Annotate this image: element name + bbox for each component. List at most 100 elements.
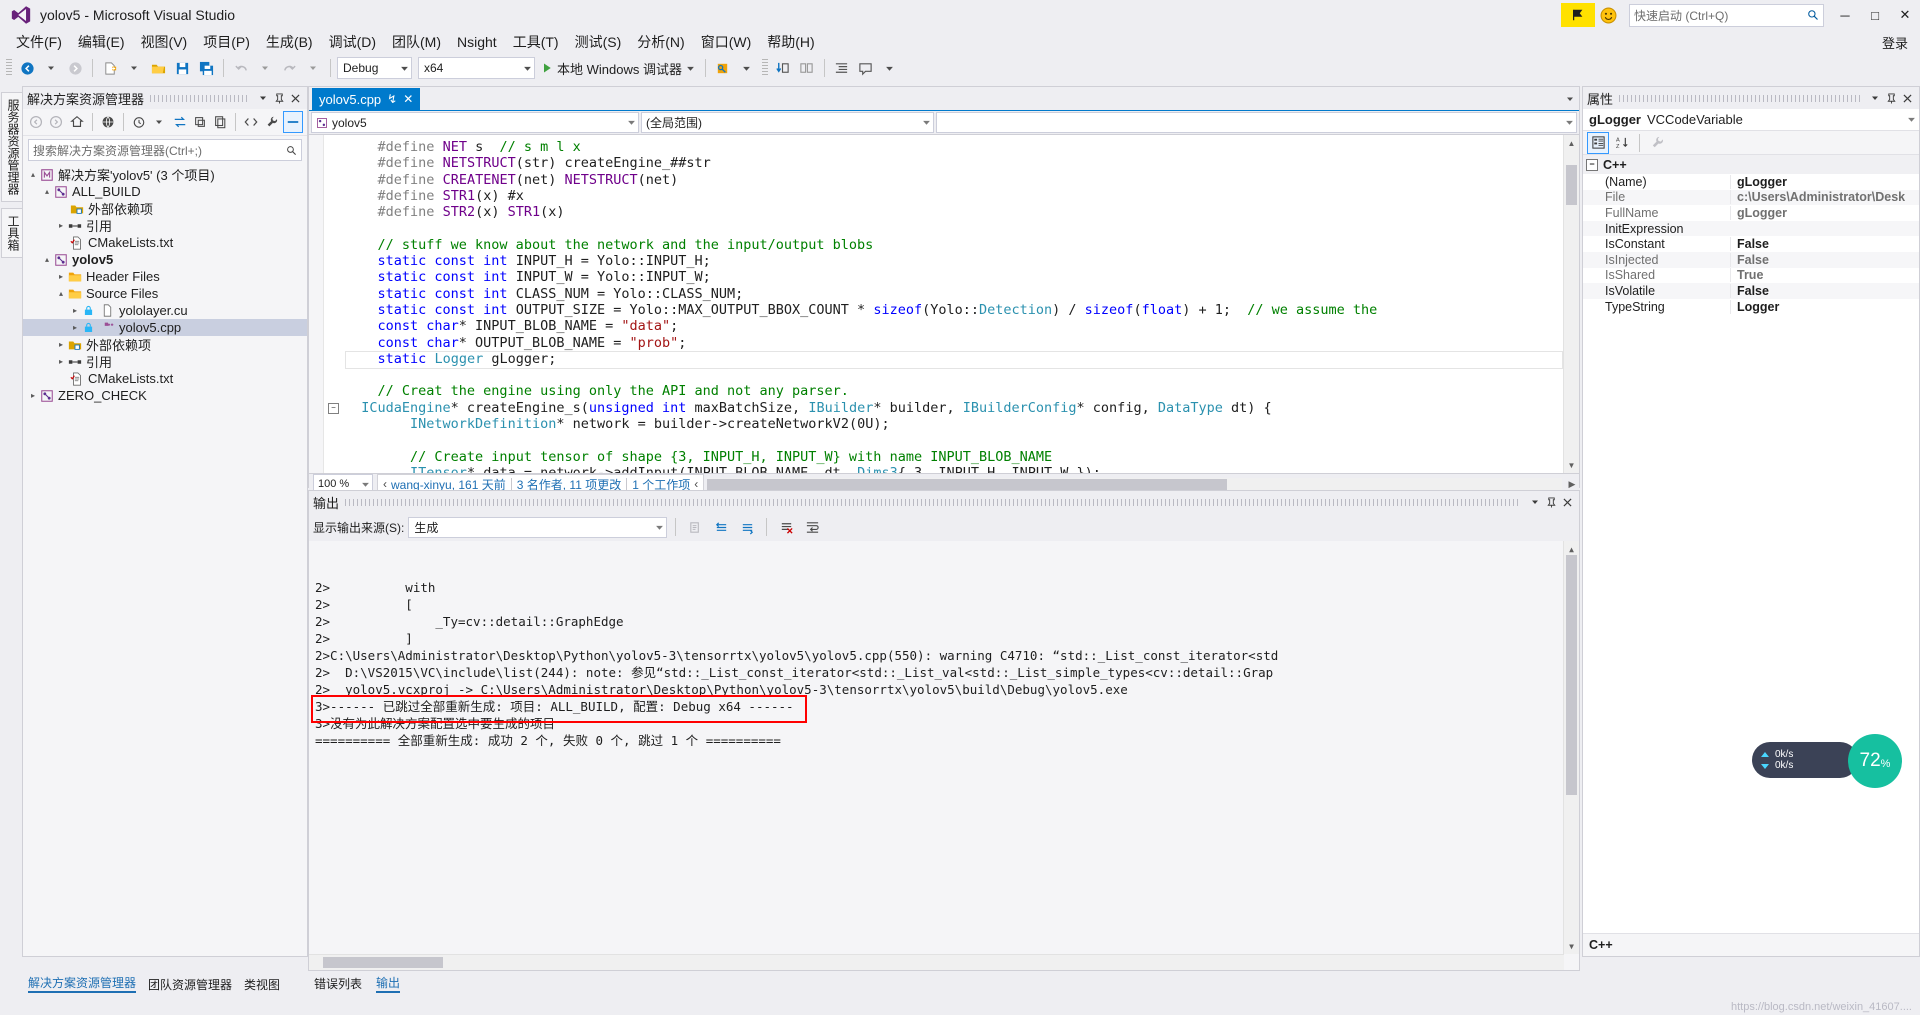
menu-item-test[interactable]: 测试(S)	[567, 30, 630, 54]
property-value[interactable]: gLogger	[1730, 205, 1919, 220]
expander-icon[interactable]: ▴	[55, 289, 67, 298]
tree-row-all-build[interactable]: ▴ ALL_BUILD	[23, 183, 307, 200]
tree-row-header-files[interactable]: ▸ Header Files	[23, 268, 307, 285]
property-value[interactable]: c:\Users\Administrator\Desk	[1730, 190, 1919, 205]
new-project-icon[interactable]	[99, 57, 121, 79]
output-line[interactable]: ========== 全部重新生成: 成功 2 个, 失败 0 个, 跳过 1 …	[315, 732, 1579, 749]
close-icon[interactable]	[1899, 90, 1915, 106]
tree-row-yololayer-cu[interactable]: ▸ yololayer.cu	[23, 302, 307, 319]
code-line[interactable]: ITensor* data = network->addInput(INPUT_…	[345, 465, 1563, 473]
save-all-icon[interactable]	[195, 57, 217, 79]
navigate-forward-icon[interactable]	[64, 57, 86, 79]
expander-icon[interactable]: ▸	[69, 306, 81, 315]
attach-to-process-icon[interactable]	[712, 57, 734, 79]
network-speed-widget[interactable]: 0k/s 0k/s	[1752, 742, 1858, 778]
chevron-down-icon[interactable]	[150, 112, 168, 132]
tree-row-external-deps-2[interactable]: ▸ 外部依赖项	[23, 336, 307, 353]
navigate-backward-dropdown-icon[interactable]	[40, 57, 62, 79]
menu-item-tools[interactable]: 工具(T)	[505, 30, 567, 54]
code-text-area[interactable]: − #define NET s // s m l x #define NETST…	[309, 135, 1579, 473]
document-tab-yolov5-cpp[interactable]: yolov5.cpp ↯ ✕	[312, 88, 421, 110]
expander-icon[interactable]: ▸	[55, 272, 67, 281]
output-vertical-scrollbar[interactable]: ▲ ▼	[1563, 541, 1579, 954]
properties-grid[interactable]: − C++ (Name) gLogger File c:\Users\Admin…	[1583, 155, 1919, 933]
tree-row-source-files[interactable]: ▴ Source Files	[23, 285, 307, 302]
code-line[interactable]: static const int CLASS_NUM = Yolo::CLASS…	[345, 286, 1563, 302]
code-line[interactable]: INetworkDefinition* network = builder->c…	[345, 416, 1563, 432]
expander-icon[interactable]: ▸	[55, 221, 67, 230]
quick-launch-search[interactable]: 快速启动 (Ctrl+Q)	[1629, 3, 1824, 27]
menu-item-nsight[interactable]: Nsight	[449, 32, 505, 52]
code-line[interactable]	[345, 220, 1563, 236]
toggle-word-wrap-icon[interactable]	[801, 516, 823, 538]
code-line[interactable]: ICudaEngine* createEngine_s(unsigned int…	[345, 400, 1563, 416]
navigate-backward-icon[interactable]	[16, 57, 38, 79]
code-line[interactable]	[345, 432, 1563, 448]
navbar-member-combo[interactable]	[936, 112, 1577, 133]
scroll-up-icon[interactable]: ▲	[1566, 543, 1577, 555]
code-line[interactable]: // stuff we know about the network and t…	[345, 237, 1563, 253]
tree-row-cmakelists-2[interactable]: CMakeLists.txt	[23, 370, 307, 387]
property-row-isvolatile[interactable]: IsVolatile False	[1583, 283, 1919, 299]
code-line[interactable]: const char* INPUT_BLOB_NAME = "data";	[345, 318, 1563, 334]
tab-list-chevron-icon[interactable]	[1561, 88, 1579, 110]
tab-error-list[interactable]: 错误列表	[314, 975, 362, 992]
navbar-project-combo[interactable]: yolov5	[311, 112, 639, 133]
tree-row-solution[interactable]: ▴ 解决方案'yolov5' (3 个项目)	[23, 166, 307, 183]
collapse-icon[interactable]: −	[1586, 158, 1598, 171]
scrollbar-thumb[interactable]	[1566, 555, 1577, 795]
menu-item-help[interactable]: 帮助(H)	[759, 30, 822, 54]
minimize-button[interactable]: ─	[1830, 0, 1860, 30]
output-line[interactable]: 2> _Ty=cv::detail::GraphEdge	[315, 613, 1579, 630]
sync-with-active-document-icon[interactable]	[170, 112, 188, 132]
expander-icon[interactable]: ▴	[27, 170, 39, 179]
solution-platform-combo[interactable]: x64	[418, 57, 535, 79]
code-lines[interactable]: #define NET s // s m l x #define NETSTRU…	[345, 139, 1563, 473]
output-text[interactable]: 2> with 2> [2> _Ty=cv::detail::GraphEdge 2…	[309, 541, 1579, 970]
code-line[interactable]: static const int INPUT_H = Yolo::INPUT_H…	[345, 253, 1563, 269]
step-into-icon[interactable]	[772, 57, 794, 79]
menu-item-edit[interactable]: 编辑(E)	[70, 30, 133, 54]
toolbar-grip[interactable]	[6, 59, 12, 77]
toolbar-overflow-icon[interactable]	[879, 57, 901, 79]
menu-item-debug[interactable]: 调试(D)	[321, 30, 384, 54]
home-icon[interactable]	[68, 112, 86, 132]
step-over-icon[interactable]	[796, 57, 818, 79]
property-row-isinjected[interactable]: IsInjected False	[1583, 251, 1919, 268]
close-icon[interactable]	[287, 90, 303, 106]
editor-horizontal-scrollbar[interactable]	[707, 477, 1562, 491]
tree-row-yolov5-cpp[interactable]: ▸ yolov5.cpp	[23, 319, 307, 336]
tree-row-external-deps[interactable]: 外部依赖项	[23, 200, 307, 217]
expander-icon[interactable]: ▸	[55, 340, 67, 349]
code-line[interactable]: // Creat the engine using only the API a…	[345, 383, 1563, 399]
maximize-button[interactable]: □	[1860, 0, 1890, 30]
categorized-view-icon[interactable]	[1587, 131, 1609, 154]
clear-all-icon[interactable]	[775, 516, 797, 538]
property-row-name[interactable]: (Name) gLogger	[1583, 174, 1919, 190]
redo-dropdown-icon[interactable]	[302, 57, 324, 79]
pin-icon[interactable]: ↯	[387, 92, 397, 106]
code-line[interactable]: #define NETSTRUCT(str) createEngine_##st…	[345, 155, 1563, 171]
toolbar-grip[interactable]	[761, 59, 768, 77]
code-line[interactable]: #define NET s // s m l x	[345, 139, 1563, 155]
navbar-scope-combo[interactable]: (全局范围)	[641, 112, 934, 133]
view-code-icon[interactable]	[242, 112, 260, 132]
pin-icon[interactable]	[1543, 494, 1559, 510]
open-file-icon[interactable]	[147, 57, 169, 79]
alphabetical-view-icon[interactable]: AZ	[1612, 133, 1632, 153]
pin-icon[interactable]	[1883, 90, 1899, 106]
pin-icon[interactable]	[271, 90, 287, 106]
code-line[interactable]: // Create input tensor of shape {3, INPU…	[345, 449, 1563, 465]
feedback-smiley-icon[interactable]	[1597, 4, 1619, 26]
undo-dropdown-icon[interactable]	[254, 57, 276, 79]
collapse-all-icon[interactable]	[282, 111, 303, 133]
property-value[interactable]: False	[1730, 252, 1919, 267]
show-all-files-icon[interactable]	[211, 112, 229, 132]
globe-icon[interactable]	[99, 112, 117, 132]
expander-icon[interactable]: ▴	[41, 187, 53, 196]
expander-icon[interactable]: ▸	[27, 391, 39, 400]
property-row-isconstant[interactable]: IsConstant False	[1583, 236, 1919, 252]
menu-item-window[interactable]: 窗口(W)	[693, 30, 760, 54]
code-line[interactable]: static Logger gLogger;	[345, 351, 1563, 367]
panel-dropdown-icon[interactable]	[255, 90, 271, 106]
